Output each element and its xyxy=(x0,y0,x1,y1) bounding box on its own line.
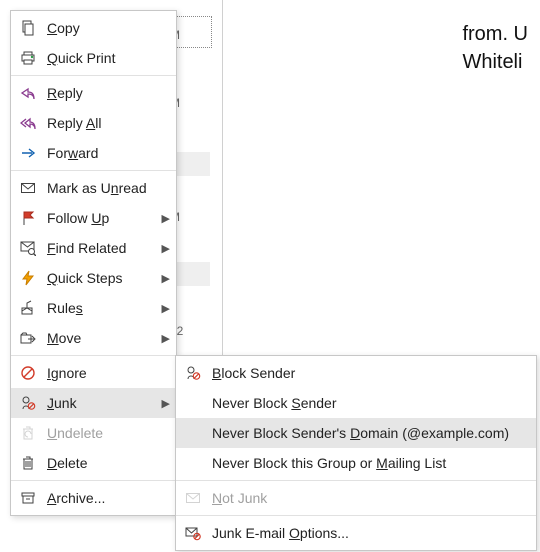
chevron-right-icon: ▶ xyxy=(160,397,170,410)
menu-label: Rules xyxy=(47,300,160,316)
submenu-never-block-group[interactable]: Never Block this Group or Mailing List xyxy=(176,448,536,478)
menu-archive[interactable]: Archive... xyxy=(11,483,176,513)
envelope-icon xyxy=(182,487,204,509)
submenu-label: Never Block this Group or Mailing List xyxy=(212,455,530,471)
archive-icon xyxy=(17,487,39,509)
find-related-icon xyxy=(17,237,39,259)
menu-label: Undelete xyxy=(47,425,170,441)
menu-label: Junk xyxy=(47,395,160,411)
menu-label: Reply All xyxy=(47,115,170,131)
menu-label: Ignore xyxy=(47,365,170,381)
menu-separator xyxy=(176,515,536,516)
printer-icon xyxy=(17,47,39,69)
menu-separator xyxy=(11,170,176,171)
menu-reply-all[interactable]: Reply All xyxy=(11,108,176,138)
menu-find-related[interactable]: Find Related ▶ xyxy=(11,233,176,263)
menu-forward[interactable]: Forward xyxy=(11,138,176,168)
blank-icon xyxy=(182,392,204,414)
menu-label: Reply xyxy=(47,85,170,101)
bg-line2: Whiteli xyxy=(462,51,522,73)
flag-icon xyxy=(17,207,39,229)
submenu-never-block-domain[interactable]: Never Block Sender's Domain (@example.co… xyxy=(176,418,536,448)
chevron-right-icon: ▶ xyxy=(160,212,170,225)
reply-icon xyxy=(17,82,39,104)
menu-label: Follow Up xyxy=(47,210,160,226)
undelete-icon xyxy=(17,422,39,444)
menu-separator xyxy=(11,355,176,356)
submenu-label: Never Block Sender's Domain (@example.co… xyxy=(212,425,530,441)
menu-label: Archive... xyxy=(47,490,170,506)
menu-delete[interactable]: Delete xyxy=(11,448,176,478)
menu-separator xyxy=(11,75,176,76)
junk-submenu: Block Sender Never Block Sender Never Bl… xyxy=(175,355,537,551)
submenu-never-block-sender[interactable]: Never Block Sender xyxy=(176,388,536,418)
chevron-right-icon: ▶ xyxy=(160,272,170,285)
menu-follow-up[interactable]: Follow Up ▶ xyxy=(11,203,176,233)
ignore-icon xyxy=(17,362,39,384)
bg-line1: from. U xyxy=(462,23,528,45)
move-icon xyxy=(17,327,39,349)
chevron-right-icon: ▶ xyxy=(160,302,170,315)
menu-reply[interactable]: Reply xyxy=(11,78,176,108)
menu-label: Quick Steps xyxy=(47,270,160,286)
menu-label: Mark as Unread xyxy=(47,180,170,196)
envelope-icon xyxy=(17,177,39,199)
junk-icon xyxy=(17,392,39,414)
chevron-right-icon: ▶ xyxy=(160,242,170,255)
menu-label: Delete xyxy=(47,455,170,471)
delete-icon xyxy=(17,452,39,474)
submenu-junk-options[interactable]: Junk E-mail Options... xyxy=(176,518,536,548)
junk-options-icon xyxy=(182,522,204,544)
submenu-label: Junk E-mail Options... xyxy=(212,525,530,541)
submenu-label: Not Junk xyxy=(212,490,530,506)
submenu-label: Block Sender xyxy=(212,365,530,381)
copy-icon xyxy=(17,17,39,39)
submenu-label: Never Block Sender xyxy=(212,395,530,411)
menu-mark-unread[interactable]: Mark as Unread xyxy=(11,173,176,203)
blank-icon xyxy=(182,452,204,474)
menu-move[interactable]: Move ▶ xyxy=(11,323,176,353)
menu-quick-steps[interactable]: Quick Steps ▶ xyxy=(11,263,176,293)
block-sender-icon xyxy=(182,362,204,384)
menu-rules[interactable]: Rules ▶ xyxy=(11,293,176,323)
reply-all-icon xyxy=(17,112,39,134)
menu-label: Quick Print xyxy=(47,50,170,66)
blank-icon xyxy=(182,422,204,444)
menu-junk[interactable]: Junk ▶ xyxy=(11,388,176,418)
submenu-block-sender[interactable]: Block Sender xyxy=(176,358,536,388)
menu-separator xyxy=(176,480,536,481)
forward-icon xyxy=(17,142,39,164)
lightning-icon xyxy=(17,267,39,289)
menu-copy[interactable]: Copy xyxy=(11,13,176,43)
rules-icon xyxy=(17,297,39,319)
menu-label: Copy xyxy=(47,20,170,36)
menu-ignore[interactable]: Ignore xyxy=(11,358,176,388)
menu-quick-print[interactable]: Quick Print xyxy=(11,43,176,73)
submenu-not-junk: Not Junk xyxy=(176,483,536,513)
menu-label: Forward xyxy=(47,145,170,161)
menu-undelete: Undelete xyxy=(11,418,176,448)
menu-label: Find Related xyxy=(47,240,160,256)
menu-label: Move xyxy=(47,330,160,346)
menu-separator xyxy=(11,480,176,481)
context-menu: Copy Quick Print Reply Reply All Forward… xyxy=(10,10,177,516)
chevron-right-icon: ▶ xyxy=(160,332,170,345)
page-text-fragment: from. U Whiteli xyxy=(462,20,528,76)
